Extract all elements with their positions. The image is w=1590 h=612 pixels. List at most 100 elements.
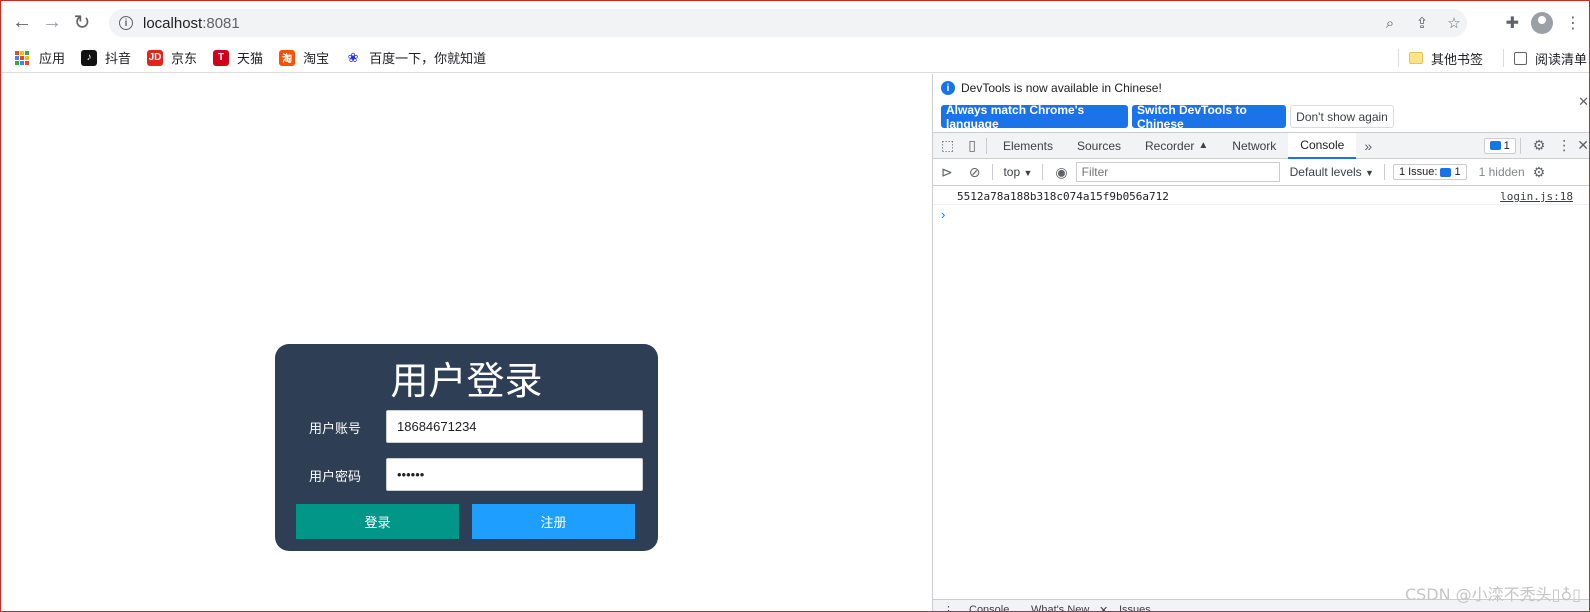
url-port: :8081 — [202, 14, 240, 32]
douyin-icon: ♪ — [81, 49, 98, 66]
watermark: CSDN @小滦不秃头▯♁▯ — [1404, 585, 1581, 604]
tab-recorder[interactable]: Recorder ▲ — [1133, 133, 1220, 159]
clear-console-icon[interactable]: ⊘ — [961, 164, 989, 181]
toolbar-separator — [1042, 164, 1044, 180]
console-message: 5512a78a188b318c074a15f9b056a712 login.j… — [933, 187, 1589, 205]
drawer-close-icon[interactable]: ✕ — [1099, 604, 1108, 611]
url-host: localhost — [143, 14, 203, 32]
message-icon — [1440, 167, 1452, 177]
infobar-message: DevTools is now available in Chinese! — [961, 81, 1162, 95]
site-info-icon[interactable]: i — [119, 16, 133, 30]
switch-chinese-button[interactable]: Switch DevTools to Chinese — [1132, 103, 1286, 131]
jd-icon: JD — [147, 49, 164, 66]
bookmarks-bar: 应用 ♪ 抖音 JD 京东 T 天猫 淘 淘宝 ❀ 百度一下，你就知道 其他书签 — [1, 43, 1589, 73]
bookmark-label: 抖音 — [105, 51, 132, 66]
profile-avatar[interactable] — [1531, 12, 1553, 34]
tab-elements[interactable]: Elements — [991, 133, 1065, 159]
dont-show-again-button[interactable]: Don't show again — [1290, 105, 1394, 128]
bookmark-jd[interactable]: JD 京东 — [147, 48, 197, 67]
page-viewport: 用户登录 用户账号 用户密码 登录 注册 — [1, 74, 932, 611]
match-language-button[interactable]: Always match Chrome's language — [941, 103, 1128, 131]
bookmark-label: 淘宝 — [303, 51, 330, 66]
console-message-source-link[interactable]: login.js:18 — [1500, 190, 1573, 203]
log-levels-dropdown[interactable]: Default levels ▼ — [1284, 165, 1380, 179]
issues-counter[interactable]: 1 Issue: 1 — [1392, 164, 1467, 180]
console-prompt-icon[interactable]: › — [941, 207, 945, 222]
register-button[interactable]: 注册 — [472, 504, 635, 539]
bookmark-separator — [1502, 49, 1504, 67]
context-selector[interactable]: top ▼ — [997, 165, 1038, 179]
bookmark-tmall[interactable]: T 天猫 — [213, 48, 263, 67]
password-label: 用户密码 — [309, 469, 362, 484]
tab-network[interactable]: Network — [1220, 133, 1288, 159]
folder-icon — [1408, 52, 1423, 64]
devtools-panel: i DevTools is now available in Chinese! … — [932, 74, 1589, 611]
console-message-text: 5512a78a188b318c074a15f9b056a712 — [957, 190, 1169, 203]
menu-icon[interactable]: ⋮ — [1565, 13, 1581, 33]
bookmark-label: 阅读清单 — [1534, 51, 1587, 67]
zoom-icon[interactable]: ⌕ — [1381, 15, 1399, 32]
hidden-count: 1 hidden — [1478, 165, 1525, 179]
bookmark-separator — [1397, 49, 1399, 67]
console-settings-gear-icon[interactable]: ⚙ — [1531, 164, 1548, 181]
more-options-icon[interactable]: ⋮ — [1553, 137, 1575, 154]
taobao-icon: 淘 — [279, 49, 296, 66]
console-filter-input[interactable] — [1075, 162, 1280, 182]
bookmark-douyin[interactable]: ♪ 抖音 — [81, 48, 131, 67]
reading-list-icon — [1513, 51, 1527, 65]
bookmark-label: 京东 — [171, 51, 198, 66]
tab-sources[interactable]: Sources — [1065, 133, 1133, 159]
bookmark-baidu[interactable]: ❀ 百度一下，你就知道 — [345, 48, 486, 67]
console-toolbar: ⊳ ⊘ top ▼ ◉ Default levels ▼ 1 Issue: 1 … — [933, 159, 1589, 186]
extensions-icon[interactable]: ✚ — [1506, 13, 1519, 33]
settings-gear-icon[interactable]: ⚙ — [1525, 137, 1554, 154]
address-bar[interactable]: i localhost:8081 ⌕ ⇪ ☆ — [109, 9, 1467, 37]
issues-badge[interactable]: 1 — [1483, 137, 1516, 154]
apps-grid-icon — [15, 50, 29, 65]
toolbar-separator — [985, 137, 987, 154]
share-icon[interactable]: ⇪ — [1413, 14, 1431, 32]
account-label: 用户账号 — [309, 421, 362, 436]
reload-icon[interactable]: ↻ — [67, 7, 97, 37]
toolbar-separator — [1383, 164, 1385, 180]
eye-icon[interactable]: ◉ — [1047, 164, 1075, 181]
bookmark-label: 百度一下，你就知道 — [369, 51, 487, 66]
message-icon — [1489, 141, 1501, 150]
more-tabs-icon[interactable]: » — [1356, 138, 1380, 154]
password-input[interactable] — [386, 458, 643, 491]
reading-list[interactable]: 阅读清单 — [1513, 49, 1587, 68]
drawer-tab-console[interactable]: Console — [969, 604, 1009, 611]
login-button[interactable]: 登录 — [296, 504, 459, 539]
tab-console[interactable]: Console — [1288, 132, 1357, 159]
info-icon: i — [941, 81, 955, 95]
account-input[interactable] — [386, 410, 643, 443]
bookmark-apps[interactable]: 应用 — [15, 48, 65, 67]
devtools-language-infobar: i DevTools is now available in Chinese! … — [933, 74, 1589, 132]
bookmark-taobao[interactable]: 淘 淘宝 — [279, 48, 329, 67]
drawer-tab-whats-new[interactable]: What's New — [1031, 604, 1089, 611]
issues-count-num: 1 — [1454, 166, 1461, 178]
device-toolbar-icon[interactable]: ▯ — [962, 137, 982, 154]
back-icon[interactable]: ← — [7, 7, 37, 37]
baidu-icon: ❀ — [345, 49, 362, 66]
bookmark-label: 天猫 — [237, 51, 264, 66]
toolbar-separator — [1519, 137, 1521, 154]
drawer-tab-issues[interactable]: Issues — [1119, 604, 1151, 611]
tmall-icon: T — [213, 49, 230, 66]
forward-icon[interactable]: → — [37, 7, 67, 37]
url-text[interactable]: localhost:8081 — [143, 15, 240, 32]
sidebar-toggle-icon[interactable]: ⊳ — [933, 164, 961, 181]
star-icon[interactable]: ☆ — [1445, 14, 1463, 32]
devtools-tab-bar: ⬚ ▯ Elements Sources Recorder ▲ Network … — [933, 132, 1589, 159]
inspect-element-icon[interactable]: ⬚ — [933, 137, 962, 154]
issues-count-text: 1 Issue: — [1398, 166, 1438, 178]
close-icon[interactable]: ✕ — [1578, 94, 1589, 110]
browser-toolbar: ← → ↻ i localhost:8081 ⌕ ⇪ ☆ ✚ ⋮ — [1, 1, 1589, 43]
issues-badge-count: 1 — [1503, 139, 1510, 152]
bookmark-label: 应用 — [39, 51, 66, 66]
drawer-more-icon[interactable]: ⋮ — [943, 604, 954, 611]
close-devtools-icon[interactable]: ✕ — [1575, 137, 1589, 154]
chevron-down-icon: ▼ — [1023, 168, 1033, 178]
bookmark-other[interactable]: 其他书签 — [1408, 49, 1483, 68]
context-value: top — [1003, 165, 1021, 179]
